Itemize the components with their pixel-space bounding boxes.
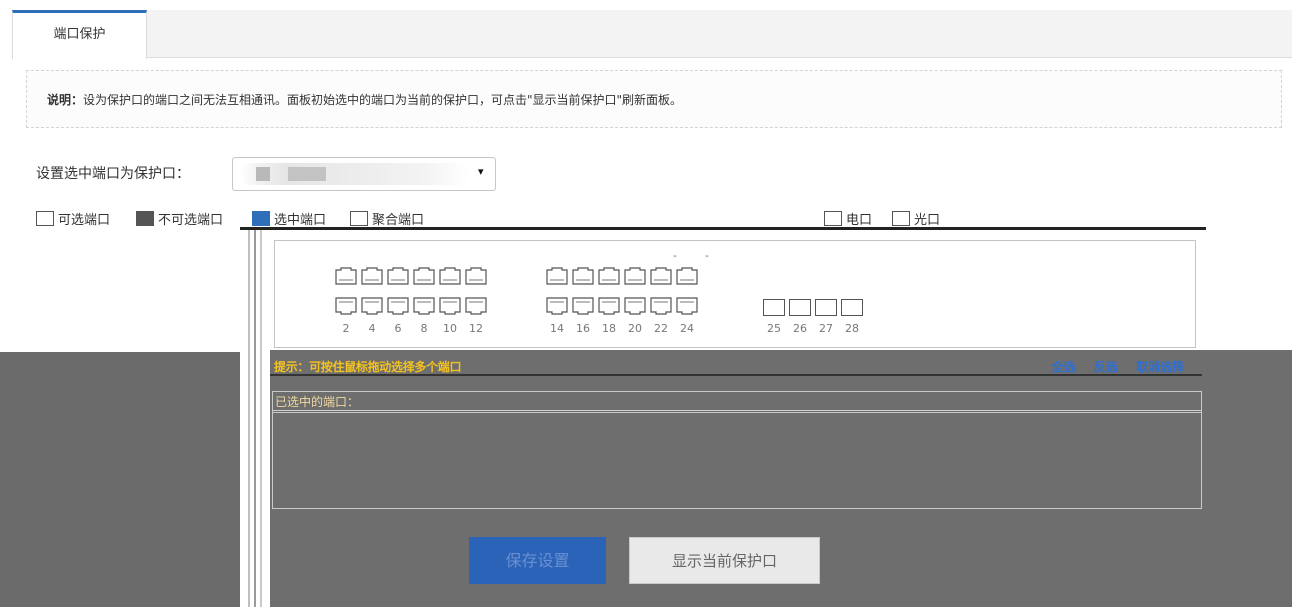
sfp-port[interactable] [763, 299, 785, 316]
port-number: 27 [819, 322, 833, 335]
protect-select-value-block [256, 167, 270, 181]
port-top[interactable] [676, 267, 698, 285]
port-top[interactable] [387, 267, 409, 285]
legend-unselectable: 不可选端口 [136, 209, 223, 228]
legend-selectable: 可选端口 [36, 209, 110, 228]
info-note: 说明：设为保护口的端口之间无法互相通讯。面板初始选中的端口为当前的保护口，可点击… [26, 70, 1282, 128]
port-top[interactable] [572, 267, 594, 285]
note-text: 设为保护口的端口之间无法互相通讯。面板初始选中的端口为当前的保护口，可点击"显示… [83, 93, 683, 107]
protect-label: 设置选中端口为保护口： [36, 166, 190, 182]
port-number: 26 [793, 322, 807, 335]
port-bottom[interactable] [546, 297, 568, 315]
show-current-protect-button[interactable]: 显示当前保护口 [629, 537, 820, 584]
port-number: 28 [845, 322, 859, 335]
port-top[interactable] [598, 267, 620, 285]
hint-text: 提示：可按住鼠标拖动选择多个端口 [274, 360, 462, 374]
port-top[interactable] [624, 267, 646, 285]
port-icon [36, 211, 54, 226]
port-icon [350, 211, 368, 226]
port-bottom[interactable] [335, 297, 357, 315]
port-number: 14 [550, 322, 564, 335]
chevron-down-icon[interactable]: ▾ [478, 165, 484, 178]
port-number: 25 [767, 322, 781, 335]
hint-actions: 全选 反选 取消选择 [1038, 358, 1184, 375]
port-number: 20 [628, 322, 642, 335]
invert-select-link[interactable]: 反选 [1094, 360, 1118, 374]
port-top[interactable] [650, 267, 672, 285]
legend-optical: 光口 [892, 209, 940, 228]
port-top[interactable] [439, 267, 461, 285]
port-bottom[interactable] [387, 297, 409, 315]
divider [273, 412, 1201, 413]
select-all-link[interactable]: 全选 [1052, 360, 1076, 374]
port-number: 24 [680, 322, 694, 335]
port-top[interactable] [546, 267, 568, 285]
legend-selected: 选中端口 [252, 209, 326, 228]
protect-select-value [240, 163, 470, 185]
port-number: 2 [342, 322, 350, 335]
port-panel: - - 2 4 6 8 10 12 14 16 18 20 22 24 25 26 27 28 [274, 240, 1196, 348]
port-bottom[interactable] [413, 297, 435, 315]
port-number: 8 [420, 322, 428, 335]
port-top-mark: - [673, 249, 677, 262]
port-bottom[interactable] [361, 297, 383, 315]
port-bottom[interactable] [439, 297, 461, 315]
note-label: 说明： [47, 93, 84, 107]
save-button[interactable]: 保存设置 [469, 537, 606, 584]
port-bottom[interactable] [465, 297, 487, 315]
tab-bar [12, 10, 1292, 58]
sfp-port[interactable] [841, 299, 863, 316]
port-bottom[interactable] [624, 297, 646, 315]
port-icon [252, 211, 270, 226]
legend-aggregate: 聚合端口 [350, 209, 424, 228]
port-number: 12 [469, 322, 483, 335]
port-number: 10 [443, 322, 457, 335]
port-top[interactable] [361, 267, 383, 285]
port-number: 22 [654, 322, 668, 335]
legend-electrical: 电口 [824, 209, 872, 228]
divider-line [240, 227, 1206, 230]
sfp-port[interactable] [815, 299, 837, 316]
selected-ports-title: 已选中的端口： [275, 395, 360, 409]
protect-select-value-block [288, 167, 326, 181]
port-number: 18 [602, 322, 616, 335]
port-bottom[interactable] [572, 297, 594, 315]
port-number: 6 [394, 322, 402, 335]
port-top[interactable] [465, 267, 487, 285]
tab-port-protection[interactable]: 端口保护 [12, 10, 147, 59]
selected-ports-box: 已选中的端口： [272, 391, 1202, 509]
selected-ports-header: 已选中的端口： [273, 392, 1201, 411]
cancel-select-link[interactable]: 取消选择 [1136, 360, 1184, 374]
sfp-port[interactable] [789, 299, 811, 316]
port-bottom[interactable] [650, 297, 672, 315]
hint-bar: 提示：可按住鼠标拖动选择多个端口 全选 反选 取消选择 [270, 358, 1202, 376]
divider-stripes [240, 227, 270, 607]
port-bottom[interactable] [598, 297, 620, 315]
overlay-left [0, 352, 240, 607]
port-top[interactable] [413, 267, 435, 285]
port-number: 16 [576, 322, 590, 335]
port-top-mark: - [705, 249, 709, 262]
port-number: 4 [368, 322, 376, 335]
port-icon [824, 211, 842, 226]
port-icon [136, 211, 154, 226]
port-icon [892, 211, 910, 226]
port-bottom[interactable] [676, 297, 698, 315]
port-top[interactable] [335, 267, 357, 285]
